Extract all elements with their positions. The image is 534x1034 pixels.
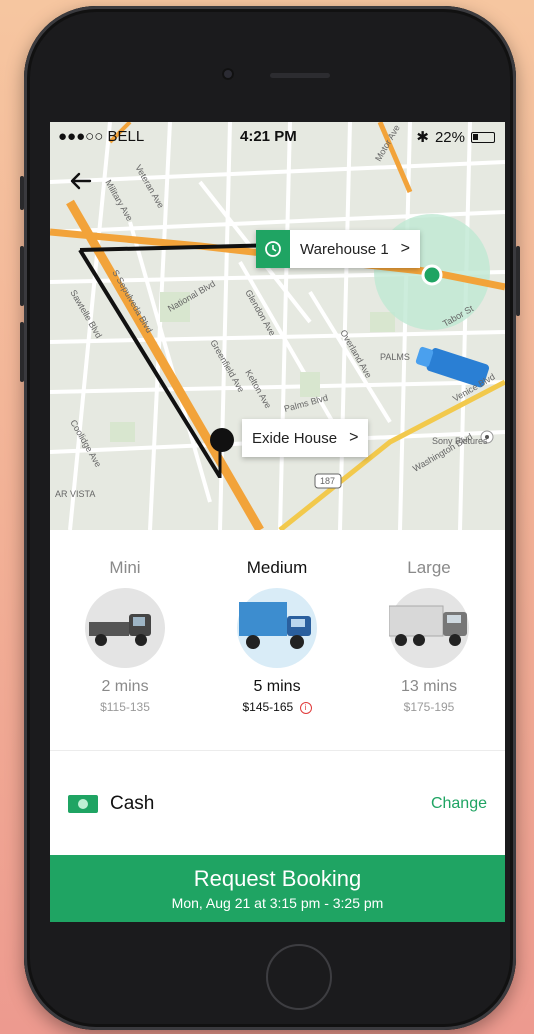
pickup-callout[interactable]: Warehouse 1 > [256, 230, 421, 268]
vehicle-price: $175-195 [403, 700, 455, 714]
camera [222, 68, 234, 80]
home-button[interactable] [266, 944, 332, 1010]
street-label: 187 [320, 476, 335, 486]
carrier-signal: ●●●○○ BELL [58, 128, 145, 145]
mute-switch [20, 176, 24, 210]
vehicle-name: Medium [246, 558, 308, 577]
battery-percent: 22% [434, 128, 465, 146]
street-label: PALMS [380, 352, 410, 362]
vehicle-option-medium[interactable]: Medium 5 mins $145-165 i [202, 530, 352, 714]
status-time: 4:21 PM [240, 128, 297, 145]
power-button [516, 246, 520, 316]
vehicle-name: Large [407, 558, 451, 577]
map-canvas: National BlvdPalms BlvdOverland AveMotor… [50, 122, 505, 533]
vehicle-price: $115-135 [100, 700, 150, 714]
change-payment-link[interactable]: Change [431, 795, 487, 813]
vehicle-option-large[interactable]: Large 13 mins $175-195 [354, 530, 504, 714]
vehicle-price: $145-165 [242, 700, 294, 714]
payment-row: Cash Change [50, 751, 505, 855]
chevron-right-icon: > [400, 240, 411, 257]
box-truck-icon [237, 588, 317, 668]
vehicle-eta: 13 mins [400, 678, 458, 695]
back-button[interactable] [66, 166, 96, 196]
clock-icon [256, 230, 290, 268]
vehicle-selector: Mini 2 mins $115-135 Medium 5 mins $145-… [50, 530, 505, 750]
vehicle-name: Mini [109, 558, 141, 577]
bluetooth-icon: ✱ [416, 129, 429, 146]
street-label: AR VISTA [55, 489, 95, 499]
chevron-right-icon: > [349, 429, 359, 446]
pickup-label: Warehouse 1 [300, 240, 389, 258]
info-icon[interactable]: i [299, 701, 312, 714]
speaker [270, 73, 330, 78]
dropoff-label: Exide House [252, 429, 338, 447]
arrow-left-icon [70, 172, 92, 190]
app-screen: National Blvd Palms Blvd Overland Ave Motor… [50, 122, 505, 922]
battery-icon [471, 131, 495, 143]
map-view[interactable]: National Blvd Palms Blvd Overland Ave Motor… [50, 122, 505, 533]
status-bar: ●●●○○ BELL 4:21 PM ✱ 22% [50, 122, 505, 152]
request-booking-button[interactable]: Request Booking Mon, Aug 21 at 3:15 pm -… [50, 855, 505, 922]
request-title: Request Booking [193, 866, 362, 891]
vehicle-eta: 2 mins [101, 678, 149, 695]
dropoff-callout[interactable]: Exide House > [242, 419, 369, 457]
volume-up-button [20, 246, 24, 306]
payment-method: Cash [110, 793, 155, 814]
street-label: Sony Pictures [432, 436, 488, 446]
request-subtitle: Mon, Aug 21 at 3:15 pm - 3:25 pm [171, 895, 384, 911]
cash-icon [68, 795, 98, 813]
vehicle-eta: 5 mins [253, 678, 301, 695]
volume-down-button [20, 322, 24, 382]
vehicle-option-mini[interactable]: Mini 2 mins $115-135 [50, 530, 200, 714]
vehicle-price-wrap: $145-165 i [202, 700, 352, 714]
semi-truck-icon [388, 588, 469, 668]
pickup-truck-icon [85, 588, 165, 668]
